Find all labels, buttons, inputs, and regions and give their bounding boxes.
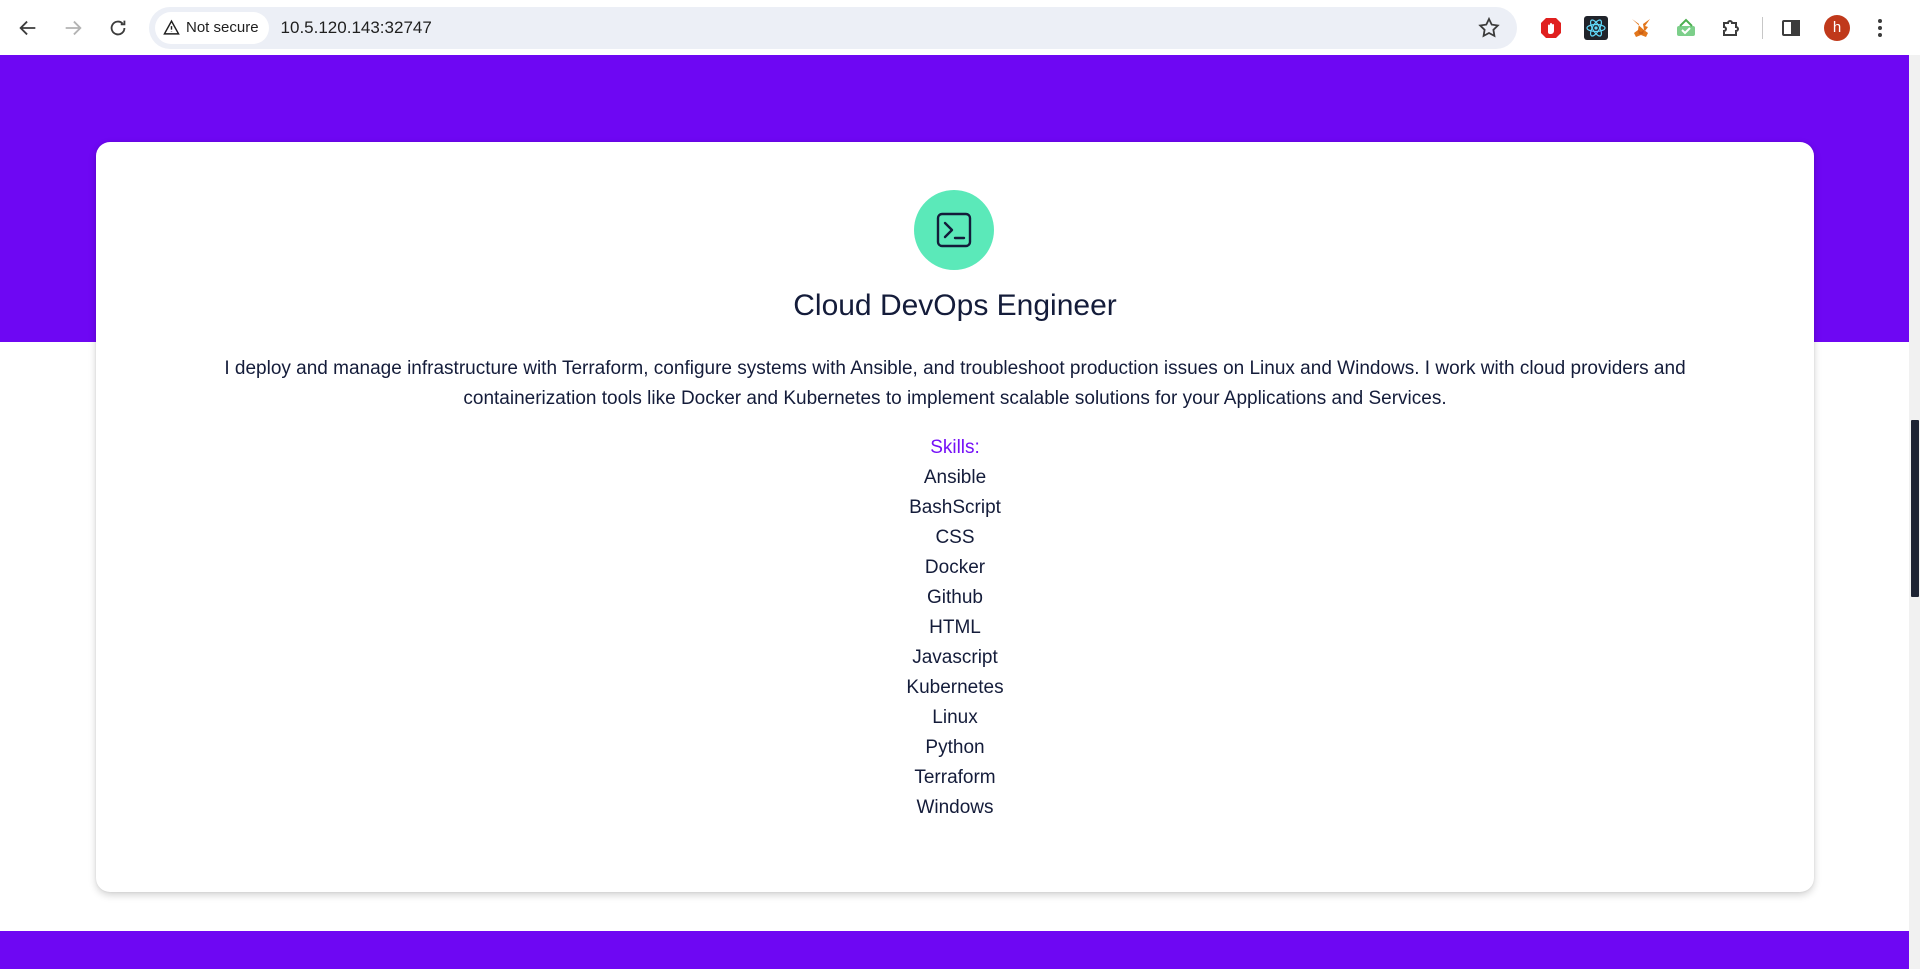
metamask-icon <box>1632 18 1650 37</box>
skill-item: Javascript <box>912 647 998 668</box>
more-vertical-icon <box>1878 18 1882 37</box>
reload-button[interactable] <box>98 8 138 48</box>
green-extension[interactable] <box>1670 12 1702 44</box>
skill-item: Python <box>925 737 985 758</box>
side-panel-button[interactable] <box>1775 12 1807 44</box>
reload-icon <box>110 20 126 35</box>
skill-item: Kubernetes <box>906 677 1004 698</box>
skill-item: Terraform <box>914 767 996 788</box>
page-viewport: Cloud DevOps Engineer I deploy and manag… <box>0 55 1909 969</box>
puzzle-extensions-icon <box>1723 19 1739 36</box>
next-section-background <box>0 931 1909 969</box>
skill-item: CSS <box>935 527 975 548</box>
skill-item: HTML <box>929 617 981 638</box>
react-devtools-icon <box>1584 15 1608 40</box>
extension-icon <box>1677 18 1695 36</box>
browser-menu-button[interactable] <box>1870 14 1890 42</box>
profile-avatar[interactable]: h <box>1824 14 1850 41</box>
card-icon-circle <box>914 190 994 270</box>
metamask-extension[interactable] <box>1625 12 1657 44</box>
skill-card: Cloud DevOps Engineer I deploy and manag… <box>96 142 1814 892</box>
warning-icon <box>163 19 180 35</box>
skill-item: Ansible <box>923 467 987 488</box>
security-chip[interactable]: Not secure <box>155 11 269 44</box>
arrow-left-icon <box>19 20 36 35</box>
card-title: Cloud DevOps Engineer <box>793 289 1117 322</box>
arrow-right-icon <box>65 20 82 35</box>
back-button[interactable] <box>8 8 48 48</box>
skill-item: BashScript <box>909 497 1001 518</box>
skill-item: Github <box>927 587 983 608</box>
url-text[interactable]: 10.5.120.143:32747 <box>281 18 432 38</box>
skills-label: Skills: <box>930 437 980 458</box>
security-label: Not secure <box>186 19 259 36</box>
react-devtools-extension[interactable] <box>1580 12 1612 44</box>
side-panel-icon <box>1782 19 1800 36</box>
skill-item: Linux <box>932 707 978 728</box>
address-bar[interactable]: Not secure 10.5.120.143:32747 <box>149 6 1517 49</box>
bookmark-star-icon[interactable] <box>1477 16 1501 40</box>
skills-list: Ansible BashScript CSS Docker Github HTM… <box>96 463 1814 823</box>
scrollbar-thumb[interactable] <box>1911 420 1919 597</box>
adblock-extension[interactable] <box>1535 12 1567 44</box>
extensions-menu-button[interactable] <box>1715 12 1747 44</box>
card-description: I deploy and manage infrastructure with … <box>224 358 1686 409</box>
extensions-area: h <box>1535 12 1890 44</box>
adblock-icon <box>1541 17 1561 38</box>
skill-item: Windows <box>916 797 994 818</box>
skill-item: Docker <box>924 557 986 578</box>
page-scrollbar[interactable] <box>1909 55 1920 969</box>
forward-button[interactable] <box>53 8 93 48</box>
terminal-icon <box>936 212 972 248</box>
toolbar-separator <box>1762 16 1763 39</box>
browser-toolbar: Not secure 10.5.120.143:32747 h <box>0 0 1920 55</box>
